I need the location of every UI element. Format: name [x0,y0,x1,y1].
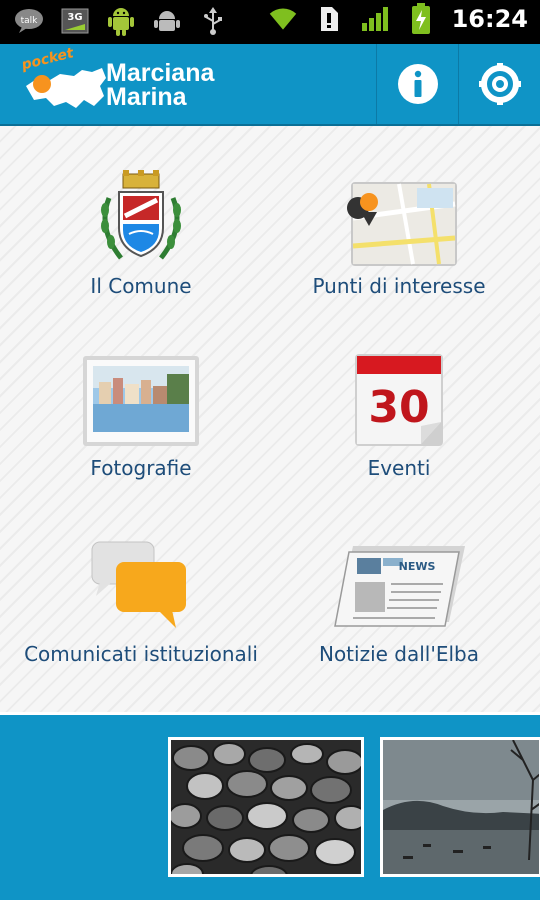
newspaper-news-text: NEWS [399,560,436,573]
app-logo[interactable]: pocket Marciana Marina [18,45,228,116]
menu-item-eventi[interactable]: 30 Eventi [264,350,534,480]
menu-item-comunicati-istituzionali[interactable]: Comunicati istituzionali [6,536,276,666]
status-bar: talk 3G 16:24 [0,0,540,44]
calendar-day-text: 30 [368,382,429,433]
talk-icon: talk [14,6,44,36]
main-menu: Il Comune Punti di interesse Fotografie … [0,126,540,712]
chat-bubbles-icon [86,536,196,636]
menu-item-label: Eventi [367,456,431,480]
menu-item-label: Punti di interesse [312,274,486,298]
info-button[interactable] [376,44,458,124]
app-bar: pocket Marciana Marina [0,44,540,126]
talk-text: talk [21,16,39,26]
usb-icon [198,6,228,36]
newspaper-icon: NEWS [331,536,467,636]
harbor-photo[interactable] [380,737,540,877]
calendar-icon: 30 [349,350,449,450]
menu-item-il-comune[interactable]: Il Comune [6,168,276,298]
settings-icon [478,63,521,105]
debug-icon [152,6,182,36]
battery-icon [406,3,436,34]
3g-text: 3G [67,12,82,23]
coat-of-arms-icon [91,168,191,268]
system-icons: 16:24 [268,3,528,34]
settings-button[interactable] [458,44,540,124]
menu-item-label: Comunicati istituzionali [24,642,258,666]
pebbles-photo[interactable] [168,737,364,877]
3g-icon: 3G [60,6,90,36]
menu-item-label: Il Comune [90,274,192,298]
photo-icon [79,350,203,450]
sim-icon [314,4,344,34]
menu-item-notizie-dall-elba[interactable]: NEWS Notizie dall'Elba [264,536,534,666]
menu-item-fotografie[interactable]: Fotografie [6,350,276,480]
android-icon [106,6,136,36]
logo-title-line2: Marina [106,83,187,111]
signal-icon [360,4,390,34]
photo-gallery[interactable] [0,712,540,900]
wifi-icon [268,4,298,34]
map-pin-icon [339,168,459,268]
clock-time: 16:24 [451,5,528,33]
menu-item-label: Notizie dall'Elba [318,642,480,666]
notification-icons: talk 3G [14,6,228,36]
info-icon [397,64,438,104]
menu-item-punti-di-interesse[interactable]: Punti di interesse [264,168,534,298]
menu-item-label: Fotografie [90,456,192,480]
